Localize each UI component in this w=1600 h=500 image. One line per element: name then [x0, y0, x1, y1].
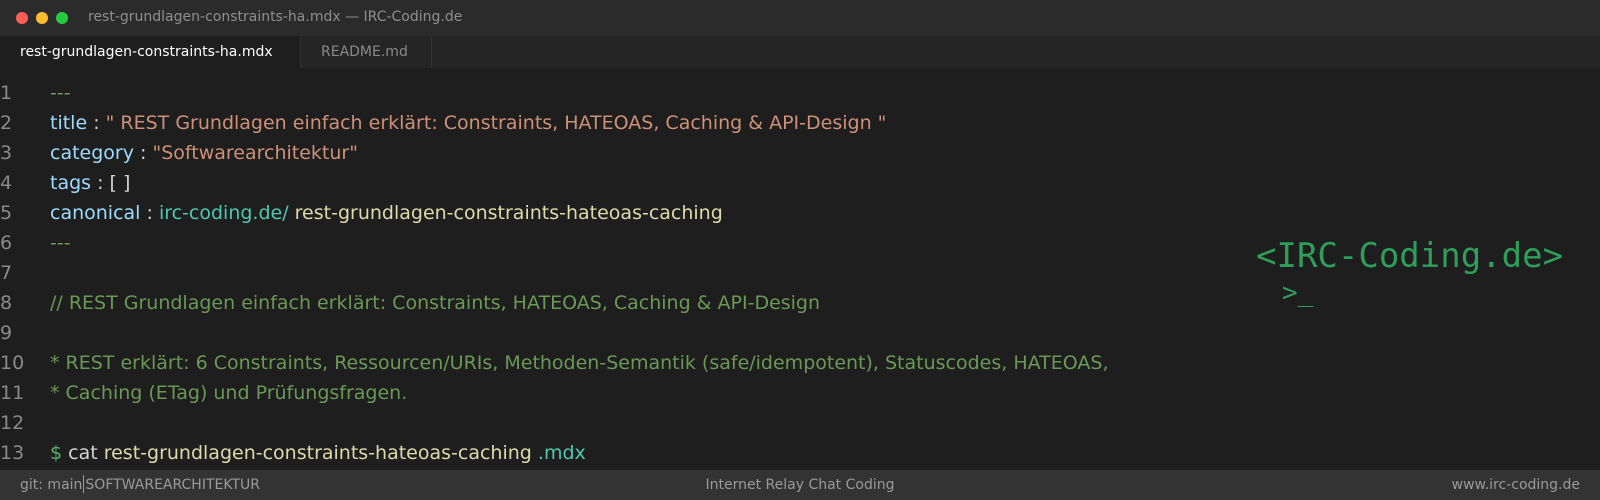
title-bar: rest-grundlagen-constraints-ha.mdx — IRC… [0, 0, 1600, 36]
key-separator: : [140, 202, 159, 224]
line-number: 5 [0, 202, 13, 224]
line-number: 12 [0, 412, 25, 434]
code-comment: // REST Grundlagen einfach erklärt: Cons… [50, 292, 821, 314]
shell-prompt: $ [50, 442, 63, 464]
status-website-link[interactable]: www.irc-coding.de [1452, 470, 1580, 500]
frontmatter-key: tags [50, 172, 92, 194]
canonical-domain: irc-coding.de/ [158, 202, 289, 224]
key-separator: : [91, 172, 110, 194]
key-separator: : [133, 142, 153, 164]
frontmatter-value: " REST Grundlagen einfach erklärt: Const… [105, 112, 887, 134]
irc-coding-logo: <IRC-Coding.de> [1256, 236, 1564, 276]
line-number: 11 [0, 382, 25, 404]
code-comment: * REST erklärt: 6 Constraints, Ressource… [50, 352, 1109, 374]
close-window-button[interactable] [16, 12, 28, 24]
frontmatter-key: category [50, 142, 134, 164]
line-number: 3 [0, 142, 13, 164]
frontmatter-delimiter: --- [50, 232, 71, 254]
frontmatter-value: [ ] [109, 172, 131, 194]
line-number: 13 [0, 442, 25, 464]
window-title: rest-grundlagen-constraints-ha.mdx — IRC… [88, 9, 463, 25]
tab-bar: rest-grundlagen-constraints-ha.mdx READM… [0, 36, 1600, 68]
frontmatter-delimiter: --- [50, 82, 71, 104]
minimize-window-button[interactable] [36, 12, 48, 24]
maximize-window-button[interactable] [56, 12, 68, 24]
line-number: 2 [0, 112, 13, 134]
line-number: 4 [0, 172, 13, 194]
line-number: 8 [0, 292, 13, 314]
terminal-prompt-icon: >_ [1282, 278, 1314, 308]
status-bar: git: main SOFTWAREARCHITEKTUR Internet Re… [0, 470, 1600, 500]
key-separator: : [87, 112, 106, 134]
canonical-slug: rest-grundlagen-constraints-hateoas-cach… [288, 202, 723, 224]
frontmatter-key: title [50, 112, 88, 134]
line-number: 9 [0, 322, 13, 344]
tab-readme[interactable]: README.md [301, 36, 432, 68]
file-extension: .mdx [531, 442, 586, 464]
frontmatter-key: canonical [50, 202, 141, 224]
line-number: 1 [0, 82, 13, 104]
code-comment: * Caching (ETag) und Prüfungsfragen. [50, 382, 408, 404]
frontmatter-value: "Softwarearchitektur" [152, 142, 358, 164]
line-number: 6 [0, 232, 13, 254]
shell-command: cat [62, 442, 98, 464]
status-center-text: Internet Relay Chat Coding [705, 477, 895, 493]
line-number: 7 [0, 262, 13, 284]
line-number: 10 [0, 352, 25, 374]
file-name: rest-grundlagen-constraints-hateoas-cach… [97, 442, 532, 464]
tab-rest-grundlagen[interactable]: rest-grundlagen-constraints-ha.mdx [0, 36, 301, 68]
